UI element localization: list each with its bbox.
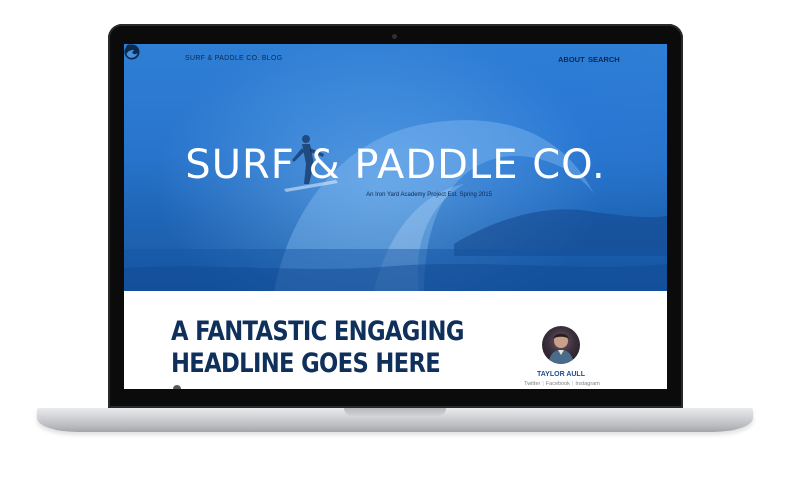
- article-headline[interactable]: A FANTASTIC ENGAGING HEADLINE GOES HERE: [171, 316, 464, 380]
- laptop-screen: SURF & PADDLE CO. BLOG ABOUT SEARCH SURF…: [124, 44, 667, 389]
- author-name[interactable]: TAYLOR AULL: [522, 371, 600, 378]
- hero-title: SURF & PADDLE CO.: [185, 142, 606, 188]
- article-section: A FANTASTIC ENGAGING HEADLINE GOES HERE …: [124, 291, 667, 389]
- hero-subtitle: An Iron Yard Academy Project Est. Spring…: [366, 192, 492, 198]
- nav-about-link[interactable]: ABOUT: [558, 55, 585, 64]
- laptop-opening-notch: [344, 408, 446, 416]
- laptop-mockup: SURF & PADDLE CO. BLOG ABOUT SEARCH SURF…: [0, 0, 800, 500]
- twitter-link[interactable]: Twitter: [524, 381, 540, 387]
- camera-icon: [392, 34, 397, 39]
- facebook-link[interactable]: Facebook: [546, 381, 570, 387]
- search-icon[interactable]: [124, 44, 133, 53]
- social-links: Twitter | Facebook | Instagram: [514, 381, 610, 387]
- byline-avatar: [173, 385, 181, 389]
- navbar: SURF & PADDLE CO. BLOG ABOUT SEARCH: [124, 44, 667, 76]
- author-photo: [548, 333, 574, 364]
- hero-banner: SURF & PADDLE CO. BLOG ABOUT SEARCH SURF…: [124, 44, 667, 291]
- avatar[interactable]: [542, 326, 580, 364]
- nav-search-link[interactable]: SEARCH: [588, 55, 620, 64]
- headline-line-1: A FANTASTIC ENGAGING: [171, 316, 464, 347]
- instagram-link[interactable]: Instagram: [575, 381, 599, 387]
- blog-title-link[interactable]: SURF & PADDLE CO. BLOG: [185, 55, 283, 62]
- headline-line-2: HEADLINE GOES HERE: [171, 348, 441, 379]
